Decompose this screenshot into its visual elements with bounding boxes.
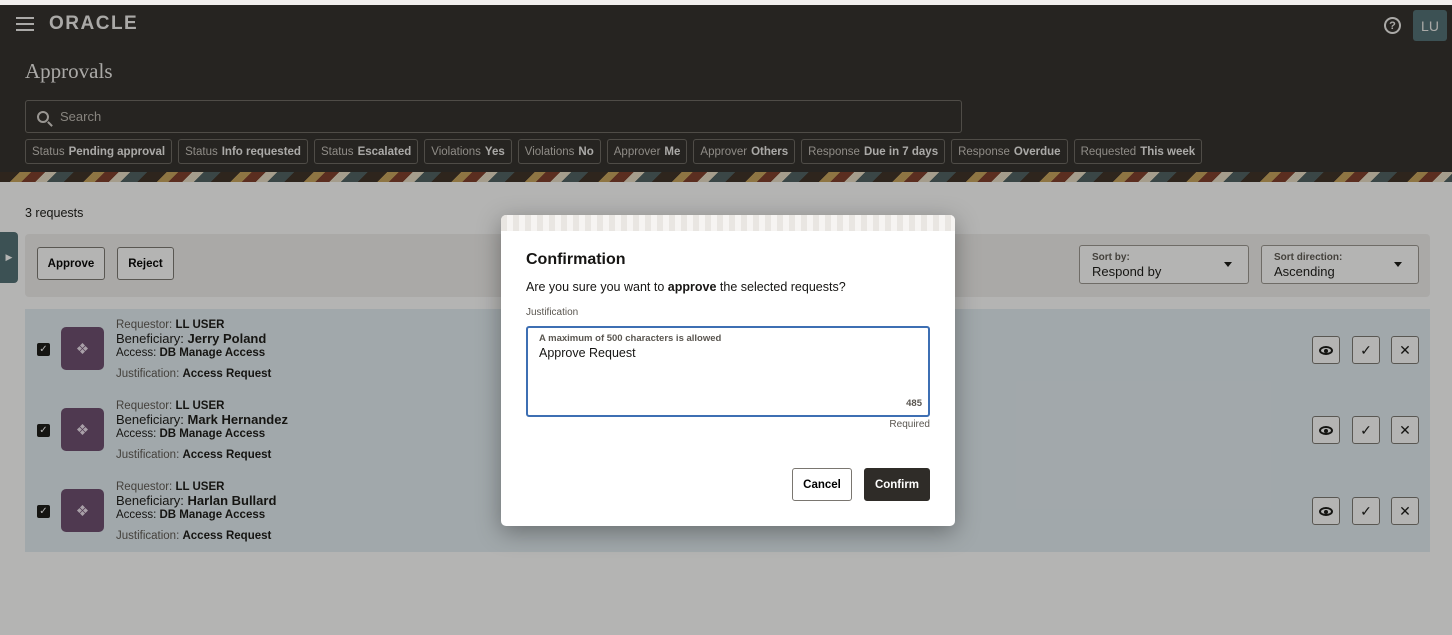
justification-hint: A maximum of 500 characters is allowed bbox=[539, 333, 722, 344]
justification-value: Approve Request bbox=[539, 346, 636, 360]
required-label: Required bbox=[889, 419, 930, 430]
justification-label: Justification bbox=[526, 307, 579, 318]
confirmation-dialog: Confirmation Are you sure you want to ap… bbox=[501, 215, 955, 526]
justification-field[interactable]: A maximum of 500 characters is allowed A… bbox=[526, 326, 930, 417]
dialog-title: Confirmation bbox=[526, 251, 626, 268]
character-count: 485 bbox=[906, 398, 922, 409]
dialog-message: Are you sure you want to approve the sel… bbox=[526, 280, 846, 294]
confirm-button[interactable]: Confirm bbox=[864, 468, 930, 501]
cancel-button[interactable]: Cancel bbox=[792, 468, 852, 501]
dialog-header-strip bbox=[501, 215, 955, 231]
